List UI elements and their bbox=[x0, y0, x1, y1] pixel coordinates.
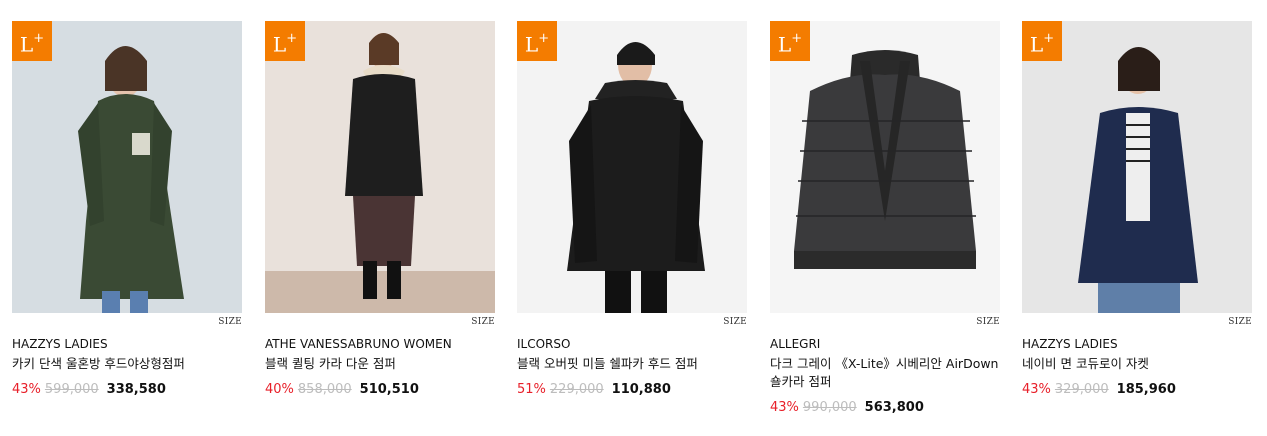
product-name[interactable]: 네이비 면 코듀로이 자켓 bbox=[1022, 355, 1254, 373]
product-card[interactable]: L+ SIZE ALLEGRI 다크 그레이 《X-Lite》시베리안 AirD… bbox=[770, 21, 1000, 415]
sale-price: 338,580 bbox=[106, 382, 166, 397]
product-image[interactable]: L+ bbox=[517, 21, 747, 313]
discount-rate: 40% bbox=[265, 382, 294, 397]
price-row: 43% 599,000 338,580 bbox=[12, 382, 166, 397]
model-navy-corduroy-jacket-image bbox=[1022, 21, 1252, 313]
model-black-quilted-down-image bbox=[265, 21, 495, 313]
product-image[interactable]: L+ bbox=[1022, 21, 1252, 313]
original-price: 599,000 bbox=[44, 382, 99, 397]
model-black-hooded-parka-image bbox=[517, 21, 747, 313]
product-image[interactable]: L+ bbox=[770, 21, 1000, 313]
product-brand: ILCORSO bbox=[517, 337, 571, 351]
size-label[interactable]: SIZE bbox=[723, 317, 747, 327]
discount-rate: 43% bbox=[12, 382, 41, 397]
product-name[interactable]: 블랙 오버핏 미들 쉘파카 후드 점퍼 bbox=[517, 355, 749, 373]
lplus-badge: L+ bbox=[265, 21, 305, 61]
product-card[interactable]: L+ SIZE ATHE VANESSABRUNO WOMEN 블랙 퀼팅 카라… bbox=[265, 21, 495, 397]
price-row: 40% 858,000 510,510 bbox=[265, 382, 419, 397]
product-card[interactable]: L+ SIZE HAZZYS LADIES 카키 단색 울혼방 후드야상형점퍼 … bbox=[12, 21, 242, 397]
price-row: 51% 229,000 110,880 bbox=[517, 382, 671, 397]
lplus-badge: L+ bbox=[1022, 21, 1062, 61]
product-name[interactable]: 블랙 퀼팅 카라 다운 점퍼 bbox=[265, 355, 497, 373]
lplus-badge: L+ bbox=[12, 21, 52, 61]
product-brand: HAZZYS LADIES bbox=[1022, 337, 1118, 351]
size-label[interactable]: SIZE bbox=[218, 317, 242, 327]
discount-rate: 43% bbox=[1022, 382, 1051, 397]
product-image[interactable]: L+ bbox=[12, 21, 242, 313]
product-grid: L+ SIZE HAZZYS LADIES 카키 단색 울혼방 후드야상형점퍼 … bbox=[0, 0, 1267, 436]
sale-price: 510,510 bbox=[359, 382, 419, 397]
product-brand: ALLEGRI bbox=[770, 337, 821, 351]
product-card[interactable]: L+ SIZE ILCORSO 블랙 오버핏 미들 쉘파카 후드 점퍼 51% 2… bbox=[517, 21, 747, 397]
original-price: 329,000 bbox=[1054, 382, 1109, 397]
size-label[interactable]: SIZE bbox=[976, 317, 1000, 327]
original-price: 229,000 bbox=[549, 382, 604, 397]
sale-price: 110,880 bbox=[611, 382, 671, 397]
lplus-badge: L+ bbox=[770, 21, 810, 61]
model-khaki-parka-image bbox=[12, 21, 242, 313]
original-price: 990,000 bbox=[802, 400, 857, 415]
dark-grey-down-jacket-image bbox=[770, 21, 1000, 313]
product-brand: HAZZYS LADIES bbox=[12, 337, 108, 351]
sale-price: 185,960 bbox=[1116, 382, 1176, 397]
product-name[interactable]: 다크 그레이 《X-Lite》시베리안 AirDown 숄카라 점퍼 bbox=[770, 355, 1002, 391]
price-row: 43% 329,000 185,960 bbox=[1022, 382, 1176, 397]
lplus-badge: L+ bbox=[517, 21, 557, 61]
original-price: 858,000 bbox=[297, 382, 352, 397]
size-label[interactable]: SIZE bbox=[1228, 317, 1252, 327]
product-image[interactable]: L+ bbox=[265, 21, 495, 313]
product-name[interactable]: 카키 단색 울혼방 후드야상형점퍼 bbox=[12, 355, 244, 373]
price-row: 43% 990,000 563,800 bbox=[770, 400, 924, 415]
sale-price: 563,800 bbox=[864, 400, 924, 415]
size-label[interactable]: SIZE bbox=[471, 317, 495, 327]
discount-rate: 51% bbox=[517, 382, 546, 397]
discount-rate: 43% bbox=[770, 400, 799, 415]
product-brand: ATHE VANESSABRUNO WOMEN bbox=[265, 337, 452, 351]
product-card[interactable]: L+ SIZE HAZZYS LADIES 네이비 면 코듀로이 자켓 43% 3… bbox=[1022, 21, 1252, 397]
